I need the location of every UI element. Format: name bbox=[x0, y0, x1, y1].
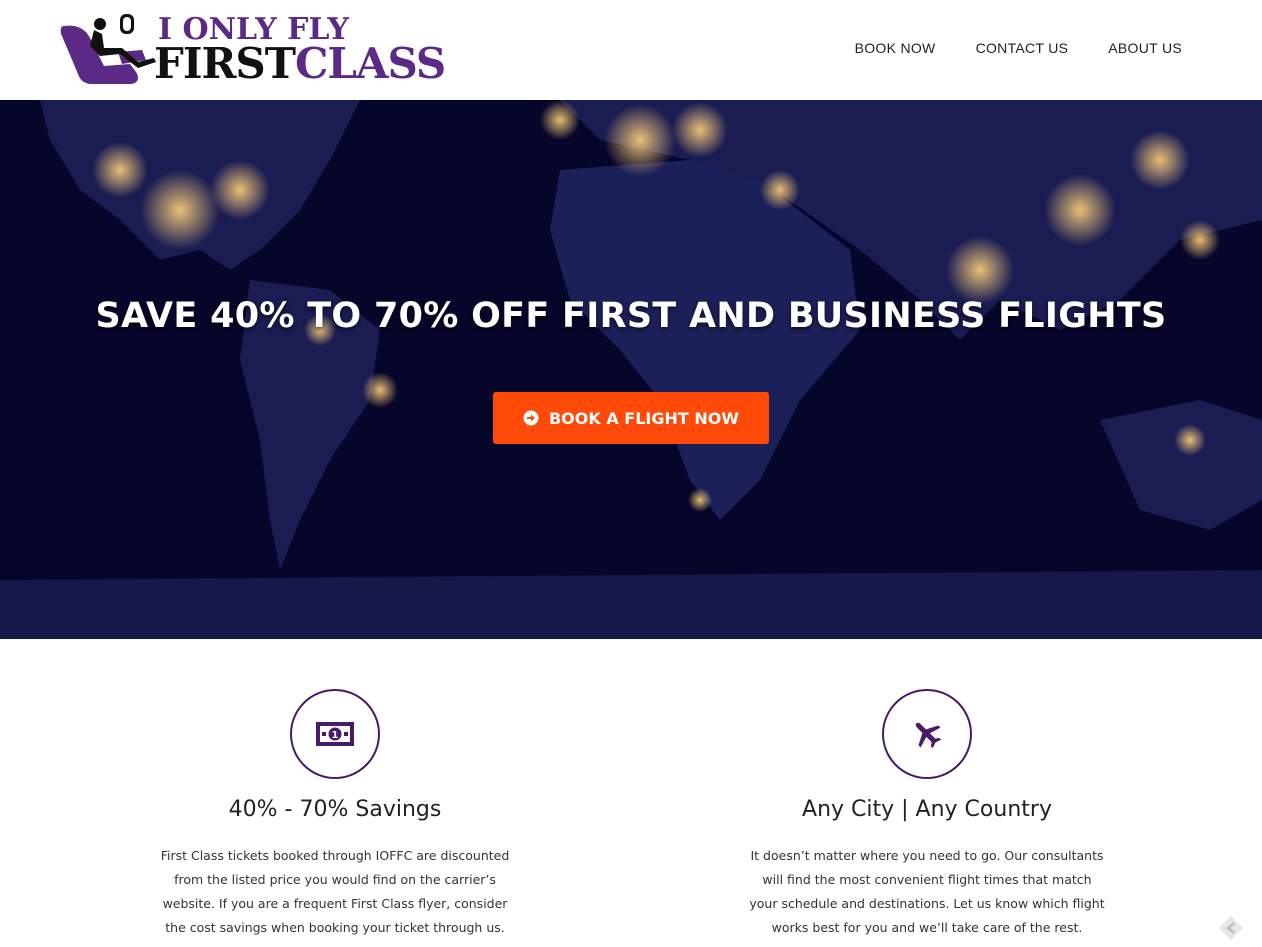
reclining-seat-icon bbox=[60, 14, 156, 84]
airplane-icon bbox=[915, 722, 942, 749]
hero-headline: SAVE 40% TO 70% OFF FIRST AND BUSINESS F… bbox=[95, 296, 1167, 336]
logo-text-class: CLASS bbox=[294, 39, 446, 88]
logo-text-bottom: FIRSTCLASS bbox=[154, 39, 446, 88]
book-flight-button-label: BOOK A FLIGHT NOW bbox=[548, 408, 740, 428]
svg-text:1: 1 bbox=[332, 730, 339, 741]
site-header: I ONLY FLY FIRSTCLASS BOOK NOW CONTACT U… bbox=[0, 0, 1262, 100]
features-section: 1 40% - 70% Savings First Class tickets … bbox=[0, 639, 1262, 947]
nav-book-now[interactable]: BOOK NOW bbox=[855, 40, 936, 56]
feature-description: First Class tickets booked through IOFFC… bbox=[160, 848, 510, 935]
feedback-icon[interactable] bbox=[1218, 915, 1244, 941]
feature-icon-circle: 1 bbox=[290, 689, 380, 779]
feature-icon-circle bbox=[882, 689, 972, 779]
nav-contact-us[interactable]: CONTACT US bbox=[976, 40, 1069, 56]
hero-banner: SAVE 40% TO 70% OFF FIRST AND BUSINESS F… bbox=[0, 100, 1262, 639]
feature-title: 40% - 70% Savings bbox=[228, 797, 442, 822]
feature-description: It doesn’t matter where you need to go. … bbox=[749, 848, 1105, 935]
night-earth-map-image bbox=[0, 100, 1262, 639]
main-nav: BOOK NOW CONTACT US ABOUT US bbox=[855, 40, 1182, 56]
book-flight-button[interactable]: BOOK A FLIGHT NOW bbox=[493, 392, 769, 444]
feature-title: Any City | Any Country bbox=[802, 797, 1052, 822]
logo-text-first: FIRST bbox=[154, 39, 296, 88]
site-logo[interactable]: I ONLY FLY FIRSTCLASS bbox=[60, 12, 460, 88]
arrow-circle-right-icon bbox=[523, 410, 539, 426]
money-bill-icon: 1 bbox=[316, 722, 354, 746]
nav-about-us[interactable]: ABOUT US bbox=[1108, 40, 1182, 56]
